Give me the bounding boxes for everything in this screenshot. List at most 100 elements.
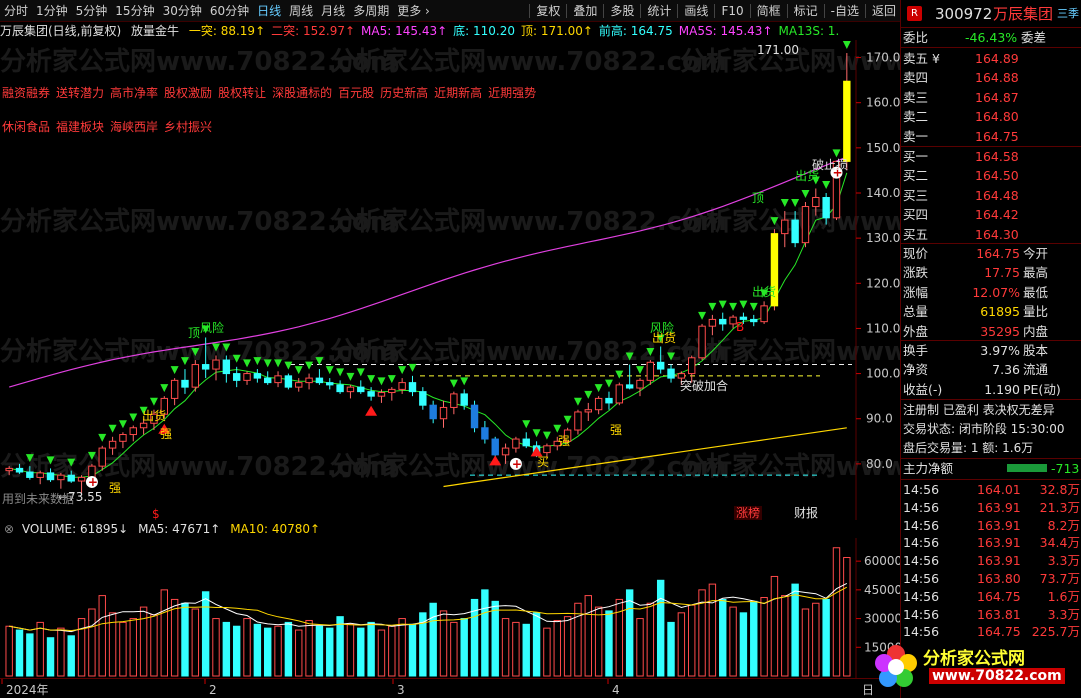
volume-bar[interactable] <box>222 621 231 677</box>
candle[interactable] <box>336 384 344 393</box>
volume-bar[interactable] <box>553 619 561 677</box>
candle[interactable] <box>646 361 655 381</box>
candle[interactable] <box>543 445 551 454</box>
candle[interactable] <box>264 377 272 384</box>
side-tab[interactable]: 三季 <box>1057 2 1079 26</box>
volume-bar[interactable] <box>770 575 779 677</box>
volume-bar[interactable] <box>274 625 282 677</box>
volume-bar[interactable] <box>719 598 727 677</box>
candle[interactable] <box>36 472 44 478</box>
volume-bar[interactable] <box>15 629 24 677</box>
candle[interactable] <box>760 305 768 323</box>
candle[interactable] <box>522 438 530 447</box>
volume-bar[interactable] <box>98 595 106 677</box>
volume-bar[interactable] <box>450 621 458 677</box>
volume-bar[interactable] <box>408 623 417 677</box>
volume-bar[interactable] <box>460 618 468 677</box>
volume-bar[interactable] <box>305 619 313 677</box>
candle[interactable] <box>129 427 137 436</box>
volume-bar[interactable] <box>367 621 375 677</box>
candle[interactable] <box>419 391 427 406</box>
volume-bar[interactable] <box>636 618 644 677</box>
ask-row[interactable]: 卖一 164.75 <box>901 127 1081 146</box>
volume-bar[interactable] <box>160 589 168 677</box>
volume-chart[interactable]: 60000450003000015000 <box>0 538 900 678</box>
volume-bar[interactable] <box>398 618 406 677</box>
volume-bar[interactable] <box>36 621 44 677</box>
toolbar-tool-4[interactable]: 画线 <box>680 0 712 21</box>
volume-bar[interactable] <box>232 625 241 677</box>
candle[interactable] <box>791 219 799 244</box>
candle[interactable] <box>222 359 231 375</box>
volume-bar[interactable] <box>336 616 344 677</box>
candle[interactable] <box>605 397 613 404</box>
bid-row[interactable]: 买五 164.30 <box>901 225 1081 244</box>
candle[interactable] <box>615 384 624 404</box>
volume-bar[interactable] <box>760 597 768 677</box>
volume-bar[interactable] <box>119 621 127 677</box>
volume-bar[interactable] <box>57 627 65 677</box>
volume-bar[interactable] <box>563 616 572 677</box>
candle[interactable] <box>67 474 75 482</box>
candle[interactable] <box>201 364 210 370</box>
toolbar-tool-2[interactable]: 多股 <box>606 0 638 21</box>
main-force-row[interactable]: 主力净额 -713 <box>901 459 1081 478</box>
candle[interactable] <box>346 386 355 393</box>
ask-row[interactable]: 卖三 164.87 <box>901 88 1081 107</box>
candle[interactable] <box>57 474 65 481</box>
toolbar-tool-6[interactable]: 简框 <box>753 0 785 21</box>
toolbar-period-7[interactable]: 周线 <box>285 0 317 21</box>
candle[interactable] <box>594 397 603 411</box>
candle[interactable] <box>822 197 830 219</box>
candle[interactable] <box>708 318 717 327</box>
candle[interactable] <box>688 357 696 375</box>
candle[interactable] <box>625 384 634 389</box>
volume-bar[interactable] <box>812 602 820 677</box>
toolbar-tool-8[interactable]: -自选 <box>827 0 863 21</box>
volume-bar[interactable] <box>150 614 158 677</box>
volume-bar[interactable] <box>522 623 530 677</box>
volume-bar[interactable] <box>284 621 293 677</box>
candle[interactable] <box>77 476 86 482</box>
volume-bar[interactable] <box>677 612 686 677</box>
candle[interactable] <box>98 447 106 467</box>
volume-bar[interactable] <box>791 583 799 677</box>
volume-bar[interactable] <box>243 618 251 677</box>
volume-bar[interactable] <box>139 606 148 677</box>
volume-bar[interactable] <box>377 629 386 677</box>
volume-bar[interactable] <box>594 606 603 677</box>
volume-bar[interactable] <box>77 618 86 677</box>
candle[interactable] <box>470 404 479 429</box>
volume-bar[interactable] <box>388 625 396 677</box>
volume-bar[interactable] <box>481 589 489 677</box>
toolbar-period-6[interactable]: 日线 <box>253 0 285 21</box>
candle[interactable] <box>367 391 375 397</box>
toolbar-period-5[interactable]: 60分钟 <box>206 0 253 21</box>
candle[interactable] <box>750 318 758 323</box>
bid-row[interactable]: 买一 164.58 <box>901 147 1081 166</box>
candle[interactable] <box>15 467 24 473</box>
candlestick-chart[interactable]: 170.0 160.0 150.0 140.0 130.0 120.0 110.0 100.0… <box>0 40 900 520</box>
candle[interactable] <box>46 472 55 481</box>
volume-bar[interactable] <box>708 583 717 677</box>
candle[interactable] <box>408 382 417 393</box>
candle[interactable] <box>481 427 489 440</box>
volume-bar[interactable] <box>739 612 748 677</box>
candle[interactable] <box>584 409 592 413</box>
candle[interactable] <box>108 440 117 449</box>
candle[interactable] <box>698 325 706 359</box>
candle[interactable] <box>781 219 789 235</box>
candle[interactable] <box>677 373 686 379</box>
candle[interactable] <box>719 318 727 325</box>
toolbar-period-9[interactable]: 多周期 <box>349 0 393 21</box>
candle[interactable] <box>5 467 13 472</box>
volume-bar[interactable] <box>729 606 737 677</box>
candle[interactable] <box>656 361 665 370</box>
candle[interactable] <box>801 206 810 244</box>
toolbar-tool-7[interactable]: 标记 <box>790 0 822 21</box>
ask-row[interactable]: 卖五 ¥ 164.89 <box>901 49 1081 68</box>
candle[interactable] <box>512 438 520 449</box>
candle[interactable] <box>326 382 334 386</box>
candle[interactable] <box>232 373 241 381</box>
volume-bar[interactable] <box>295 629 303 677</box>
